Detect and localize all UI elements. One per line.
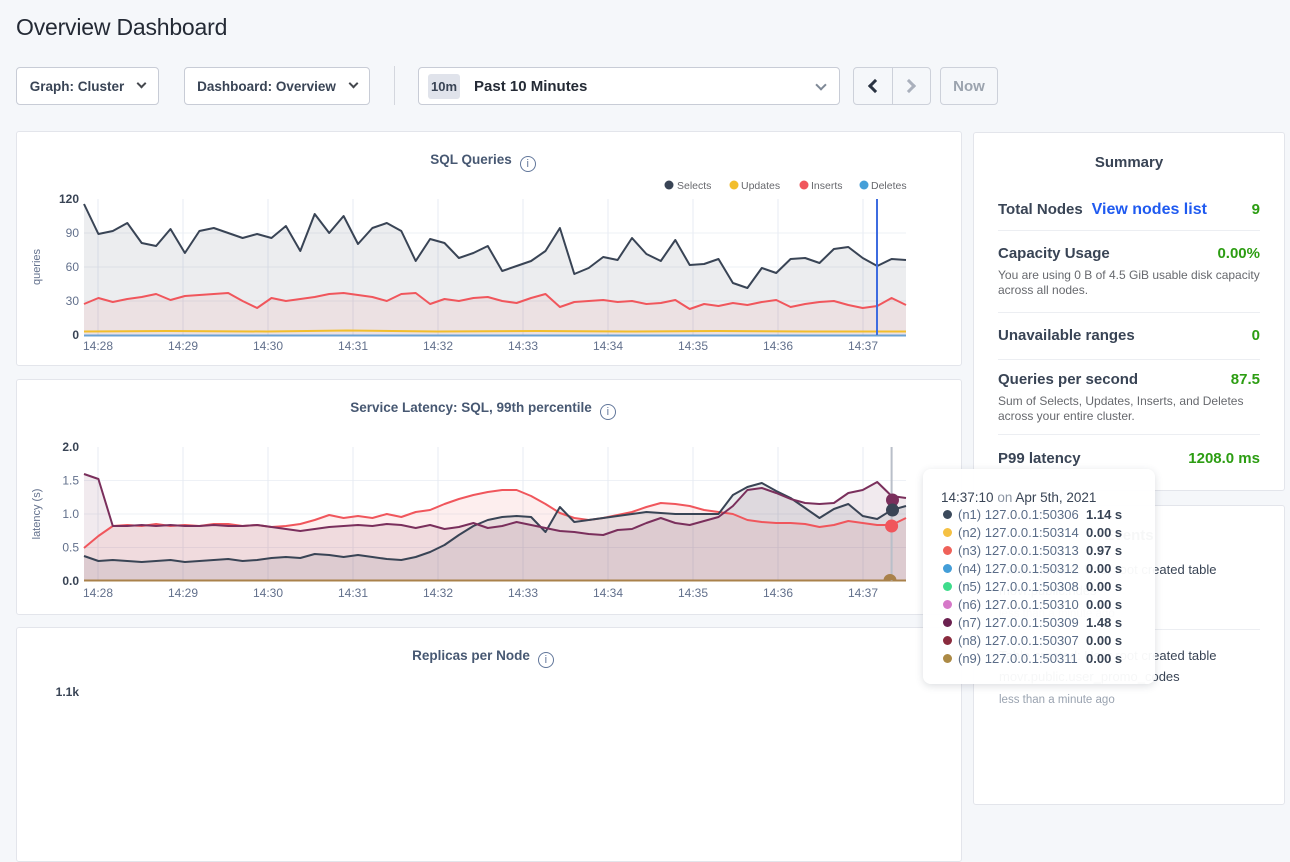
svg-text:14:33: 14:33 [508, 339, 538, 353]
svg-text:queries: queries [31, 248, 43, 285]
svg-text:90: 90 [66, 226, 80, 240]
svg-text:14:37: 14:37 [848, 586, 878, 600]
svg-text:1.5: 1.5 [62, 474, 79, 488]
svg-text:14:32: 14:32 [423, 586, 453, 600]
svg-text:14:34: 14:34 [593, 339, 623, 353]
svg-text:14:29: 14:29 [168, 586, 198, 600]
svg-text:14:35: 14:35 [678, 586, 708, 600]
svg-text:14:31: 14:31 [338, 339, 368, 353]
svg-text:Selects: Selects [677, 180, 711, 192]
svg-text:14:30: 14:30 [253, 586, 283, 600]
svg-text:14:30: 14:30 [253, 339, 283, 353]
svg-text:14:36: 14:36 [763, 339, 793, 353]
svg-text:1.0: 1.0 [62, 507, 79, 521]
svg-text:14:33: 14:33 [508, 586, 538, 600]
svg-text:0.0: 0.0 [62, 574, 79, 588]
svg-text:14:37: 14:37 [848, 339, 878, 353]
svg-text:30: 30 [66, 294, 80, 308]
svg-text:14:28: 14:28 [83, 586, 113, 600]
svg-text:0.5: 0.5 [62, 541, 79, 555]
svg-text:14:34: 14:34 [593, 586, 623, 600]
svg-text:Updates: Updates [741, 180, 780, 192]
svg-text:0: 0 [72, 328, 79, 342]
svg-text:14:29: 14:29 [168, 339, 198, 353]
svg-text:14:32: 14:32 [423, 339, 453, 353]
svg-text:120: 120 [59, 192, 79, 206]
svg-text:Inserts: Inserts [811, 180, 843, 192]
svg-text:60: 60 [66, 260, 80, 274]
svg-text:14:36: 14:36 [763, 586, 793, 600]
svg-text:14:31: 14:31 [338, 586, 368, 600]
svg-text:2.0: 2.0 [62, 440, 79, 454]
svg-text:latency (s): latency (s) [31, 489, 43, 540]
svg-text:14:28: 14:28 [83, 339, 113, 353]
svg-text:14:35: 14:35 [678, 339, 708, 353]
svg-text:Deletes: Deletes [871, 180, 907, 192]
